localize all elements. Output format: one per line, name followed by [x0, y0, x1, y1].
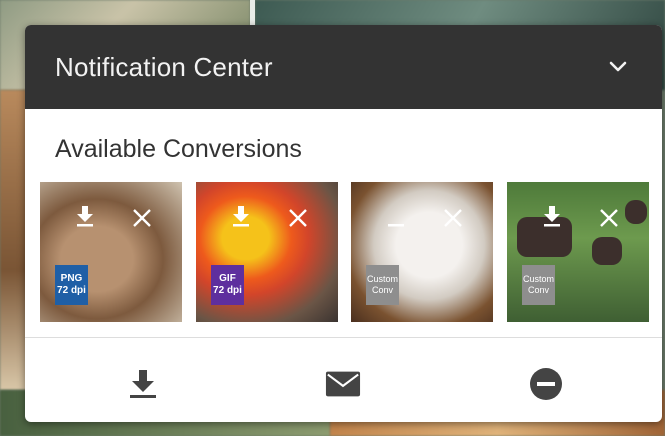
- download-icon[interactable]: [229, 204, 253, 228]
- conversion-item[interactable]: Custom Conv: [507, 182, 649, 322]
- panel-footer: [25, 338, 662, 422]
- badge-detail: 72 dpi: [57, 285, 86, 296]
- notification-center-panel: Notification Center Available Conversion…: [25, 25, 662, 422]
- format-badge: PNG 72 dpi: [55, 265, 88, 305]
- conversion-item[interactable]: Custom Conv: [351, 182, 493, 322]
- section-title: Available Conversions: [55, 135, 302, 163]
- format-badge: Custom Conv: [522, 265, 555, 305]
- chevron-down-icon[interactable]: [604, 53, 632, 81]
- moose-shape: [625, 200, 647, 224]
- email-icon[interactable]: [325, 366, 361, 402]
- badge-detail: Conv: [527, 285, 549, 295]
- conversion-item[interactable]: GIF 72 dpi: [196, 182, 338, 322]
- close-icon[interactable]: [598, 207, 622, 231]
- badge-detail: Conv: [371, 285, 393, 295]
- badge-detail: 72 dpi: [213, 285, 242, 296]
- close-icon[interactable]: [287, 207, 311, 231]
- badge-format: Custom: [366, 274, 398, 284]
- download-all-icon[interactable]: [125, 366, 161, 402]
- download-icon[interactable]: [73, 204, 97, 228]
- close-icon[interactable]: [442, 207, 466, 231]
- remove-all-icon[interactable]: [528, 366, 564, 402]
- download-icon[interactable]: [384, 204, 408, 228]
- panel-header[interactable]: Notification Center: [25, 25, 662, 109]
- moose-shape: [592, 237, 622, 265]
- format-badge: GIF 72 dpi: [211, 265, 244, 305]
- badge-format: PNG: [60, 273, 83, 284]
- panel-title: Notification Center: [55, 51, 273, 82]
- conversion-item[interactable]: PNG 72 dpi: [40, 182, 182, 322]
- close-icon[interactable]: [131, 207, 155, 231]
- badge-format: GIF: [219, 273, 236, 284]
- format-badge: Custom Conv: [366, 265, 399, 305]
- download-icon[interactable]: [540, 204, 564, 228]
- conversions-list: PNG 72 dpi GIF 72 dpi Custom Conv Custom…: [40, 182, 650, 322]
- badge-format: Custom: [522, 274, 554, 284]
